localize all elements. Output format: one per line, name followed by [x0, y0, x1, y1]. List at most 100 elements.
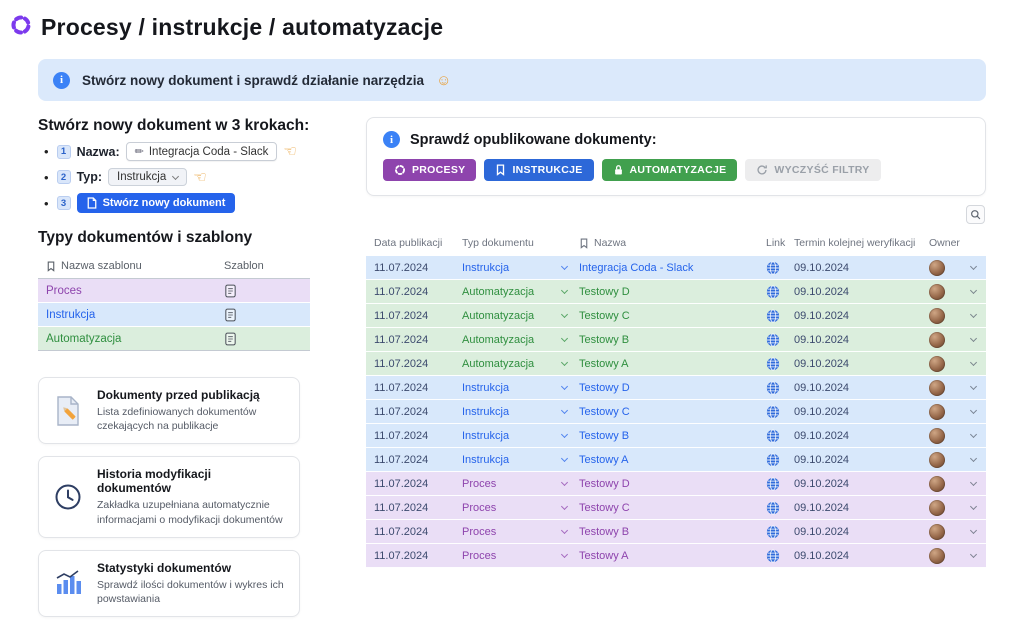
owner-avatar[interactable]	[929, 524, 945, 540]
chevron-down-icon[interactable]	[970, 335, 977, 342]
owner-avatar[interactable]	[929, 404, 945, 420]
globe-link-icon[interactable]	[766, 357, 794, 371]
doc-type-value: Instrukcja	[462, 430, 509, 442]
chevron-down-icon[interactable]	[970, 551, 977, 558]
verification-date: 09.10.2024	[794, 526, 929, 538]
owner-avatar[interactable]	[929, 548, 945, 564]
document-type-select[interactable]: Instrukcja	[108, 168, 187, 186]
filter-instrukcje-button[interactable]: INSTRUKCJE	[484, 159, 593, 181]
globe-link-icon[interactable]	[766, 525, 794, 539]
doc-type-select[interactable]: Proces	[462, 478, 579, 490]
doc-name-link[interactable]: Testowy A	[579, 550, 766, 562]
doc-type-select[interactable]: Proces	[462, 502, 579, 514]
doc-type-select[interactable]: Instrukcja	[462, 406, 579, 418]
globe-link-icon[interactable]	[766, 549, 794, 563]
pointing-hand-icon: ☜	[283, 144, 296, 159]
doc-type-select[interactable]: Instrukcja	[462, 262, 579, 274]
col-header-typ-dokumentu[interactable]: Typ dokumentu	[462, 237, 579, 249]
doc-name-link[interactable]: Testowy B	[579, 430, 766, 442]
owner-avatar[interactable]	[929, 284, 945, 300]
chevron-down-icon[interactable]	[970, 455, 977, 462]
col-header-owner[interactable]: Owner	[929, 237, 980, 249]
doc-type-select[interactable]: Instrukcja	[462, 430, 579, 442]
chevron-down-icon[interactable]	[970, 359, 977, 366]
filter-procesy-button[interactable]: PROCESY	[383, 159, 476, 181]
template-page-icon[interactable]	[216, 308, 302, 322]
doc-type-value: Instrukcja	[462, 382, 509, 394]
doc-type-select[interactable]: Automatyzacja	[462, 310, 579, 322]
doc-type-select[interactable]: Proces	[462, 526, 579, 538]
owner-avatar[interactable]	[929, 476, 945, 492]
globe-link-icon[interactable]	[766, 309, 794, 323]
template-page-icon[interactable]	[216, 332, 302, 346]
chevron-down-icon[interactable]	[970, 311, 977, 318]
doc-name-link[interactable]: Testowy A	[579, 454, 766, 466]
template-row-instrukcja[interactable]: Instrukcja	[38, 303, 310, 327]
template-page-icon[interactable]	[216, 284, 302, 298]
owner-avatar[interactable]	[929, 380, 945, 396]
chevron-down-icon[interactable]	[970, 431, 977, 438]
search-icon[interactable]	[966, 205, 985, 224]
filter-automatyzacje-button[interactable]: AUTOMATYZACJE	[602, 159, 738, 181]
col-header-nazwa[interactable]: Nazwa	[579, 237, 766, 249]
doc-type-select[interactable]: Automatyzacja	[462, 358, 579, 370]
owner-avatar[interactable]	[929, 332, 945, 348]
col-header-szablon[interactable]: Szablon	[216, 260, 302, 272]
doc-name-link[interactable]: Testowy B	[579, 334, 766, 346]
chevron-down-icon[interactable]	[970, 527, 977, 534]
globe-link-icon[interactable]	[766, 453, 794, 467]
step-1-number-badge: 1	[57, 145, 71, 159]
create-document-button[interactable]: Stwórz nowy dokument	[77, 193, 236, 213]
doc-name-link[interactable]: Testowy C	[579, 502, 766, 514]
doc-name-link[interactable]: Integracja Coda - Slack	[579, 262, 766, 274]
globe-link-icon[interactable]	[766, 405, 794, 419]
chevron-down-icon[interactable]	[970, 287, 977, 294]
doc-name-link[interactable]: Testowy D	[579, 286, 766, 298]
doc-name-link[interactable]: Testowy D	[579, 382, 766, 394]
chevron-down-icon[interactable]	[970, 263, 977, 270]
card-historia-modyfikacji[interactable]: Historia modyfikacji dokumentów Zakładka…	[38, 456, 300, 537]
owner-avatar[interactable]	[929, 356, 945, 372]
owner-cell	[929, 332, 980, 348]
globe-link-icon[interactable]	[766, 477, 794, 491]
chevron-down-icon[interactable]	[970, 407, 977, 414]
col-header-termin[interactable]: Termin kolejnej weryfikacji	[794, 237, 929, 249]
document-row: 11.07.2024ProcesTestowy C09.10.2024	[366, 496, 986, 520]
owner-avatar[interactable]	[929, 260, 945, 276]
chevron-down-icon[interactable]	[970, 503, 977, 510]
col-header-data-publikacji[interactable]: Data publikacji	[374, 237, 462, 249]
owner-avatar[interactable]	[929, 428, 945, 444]
doc-name-link[interactable]: Testowy C	[579, 310, 766, 322]
link-cell	[766, 405, 794, 419]
doc-type-select[interactable]: Automatyzacja	[462, 286, 579, 298]
owner-avatar[interactable]	[929, 500, 945, 516]
clear-filters-button[interactable]: WYCZYŚĆ FILTRY	[745, 159, 880, 181]
template-name: Automatyzacja	[46, 333, 216, 345]
bar-chart-icon	[51, 568, 85, 598]
globe-link-icon[interactable]	[766, 501, 794, 515]
doc-type-select[interactable]: Instrukcja	[462, 454, 579, 466]
owner-avatar[interactable]	[929, 452, 945, 468]
doc-name-link[interactable]: Testowy B	[579, 526, 766, 538]
chevron-down-icon[interactable]	[970, 383, 977, 390]
col-header-nazwa-szablonu[interactable]: Nazwa szablonu	[46, 260, 216, 272]
template-row-automatyzacja[interactable]: Automatyzacja	[38, 327, 310, 351]
globe-link-icon[interactable]	[766, 429, 794, 443]
globe-link-icon[interactable]	[766, 333, 794, 347]
globe-link-icon[interactable]	[766, 285, 794, 299]
doc-name-link[interactable]: Testowy C	[579, 406, 766, 418]
doc-type-select[interactable]: Automatyzacja	[462, 334, 579, 346]
globe-link-icon[interactable]	[766, 381, 794, 395]
doc-type-select[interactable]: Instrukcja	[462, 382, 579, 394]
chevron-down-icon[interactable]	[970, 479, 977, 486]
doc-type-select[interactable]: Proces	[462, 550, 579, 562]
doc-name-link[interactable]: Testowy A	[579, 358, 766, 370]
globe-link-icon[interactable]	[766, 261, 794, 275]
document-name-input[interactable]: ✏ Integracja Coda - Slack	[126, 142, 278, 161]
card-dokumenty-przed-publikacja[interactable]: Dokumenty przed publikacją Lista zdefini…	[38, 377, 300, 444]
owner-avatar[interactable]	[929, 308, 945, 324]
col-header-link[interactable]: Link	[766, 237, 794, 249]
card-statystyki[interactable]: Statystyki dokumentów Sprawdź ilości dok…	[38, 550, 300, 617]
doc-name-link[interactable]: Testowy D	[579, 478, 766, 490]
template-row-proces[interactable]: Proces	[38, 279, 310, 303]
